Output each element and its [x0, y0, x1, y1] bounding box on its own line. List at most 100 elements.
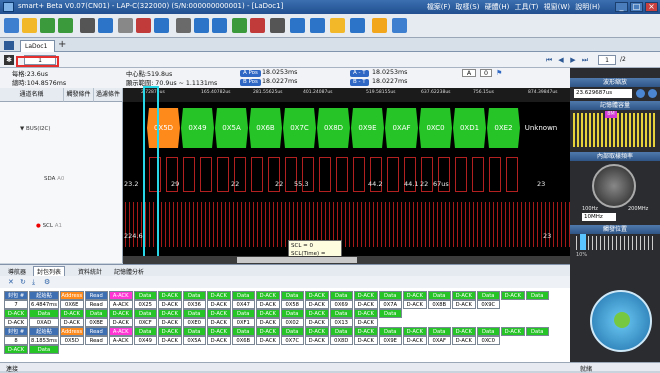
- grid-cell[interactable]: 0XAD: [29, 318, 59, 327]
- grid-cell[interactable]: D-ACK: [109, 318, 133, 327]
- grid-cell[interactable]: A-ACK: [109, 336, 133, 345]
- col-trigger[interactable]: 觸發條件: [64, 88, 94, 102]
- zoomin-icon[interactable]: [290, 18, 305, 33]
- grid-cell[interactable]: 起始點: [29, 291, 59, 300]
- grid-cell[interactable]: D-ACK: [305, 300, 329, 309]
- grid-cell[interactable]: D-ACK: [452, 336, 476, 345]
- grid-cell[interactable]: Address: [60, 291, 84, 300]
- export-icon[interactable]: [212, 18, 227, 33]
- grid-cell[interactable]: D-ACK: [452, 327, 476, 336]
- grid-cell[interactable]: D-ACK: [60, 318, 84, 327]
- prev-page-icon[interactable]: ◀: [556, 55, 566, 65]
- first-page-icon[interactable]: ⏮: [544, 55, 554, 65]
- grid-cell[interactable]: D-ACK: [354, 318, 378, 327]
- grid-cell[interactable]: 7: [4, 300, 28, 309]
- grid-cell[interactable]: D-ACK: [256, 318, 280, 327]
- scrollbar-thumb[interactable]: [237, 257, 357, 263]
- frequency-select[interactable]: 10MHz: [582, 213, 616, 221]
- grid-cell[interactable]: Data: [525, 327, 549, 336]
- add-tab-button[interactable]: +: [58, 39, 66, 50]
- grid-cell[interactable]: Data: [329, 327, 353, 336]
- grid-cell[interactable]: Data: [476, 327, 500, 336]
- menu-window[interactable]: 視窗(W): [544, 3, 570, 11]
- grid-cell[interactable]: Read: [84, 300, 108, 309]
- zoom-select[interactable]: 23.629687us: [574, 89, 632, 98]
- grid-cell[interactable]: 0X36: [182, 300, 206, 309]
- grid-cell[interactable]: 起始點: [29, 327, 59, 336]
- screenshot-icon[interactable]: [392, 18, 407, 33]
- clear-icon[interactable]: ✕: [8, 278, 14, 286]
- grid-cell[interactable]: D-ACK: [305, 309, 329, 318]
- grid-cell[interactable]: 0X8B: [427, 300, 451, 309]
- grid-cell[interactable]: Read: [84, 336, 108, 345]
- menu-sample[interactable]: 取樣(S): [456, 3, 480, 11]
- bus-packet[interactable]: 0XD1: [453, 108, 486, 148]
- tab-navigator[interactable]: 導航器: [8, 267, 26, 276]
- grid-cell[interactable]: 8.1853ms: [29, 336, 59, 345]
- grid-cell[interactable]: Data: [280, 309, 304, 318]
- dial-center-button[interactable]: [614, 312, 630, 328]
- grid-cell[interactable]: 0X9C: [476, 300, 500, 309]
- grid-cell[interactable]: 0X69: [329, 300, 353, 309]
- grid-cell[interactable]: Data: [427, 291, 451, 300]
- grid-cell[interactable]: 0XE0: [182, 318, 206, 327]
- grid-cell[interactable]: Data: [231, 327, 255, 336]
- tab-statistics[interactable]: 資料統計: [78, 267, 102, 276]
- settings-packets-icon[interactable]: ⚙: [44, 278, 50, 286]
- trigger-icon[interactable]: [136, 18, 151, 33]
- bus-packet[interactable]: 0X6B: [249, 108, 282, 148]
- bus-packet[interactable]: 0X49: [181, 108, 214, 148]
- col-filter[interactable]: 過濾條件: [94, 88, 123, 102]
- grid-cell[interactable]: Data: [133, 291, 157, 300]
- grid-cell[interactable]: Data: [427, 327, 451, 336]
- grid-cell[interactable]: D-ACK: [305, 327, 329, 336]
- grid-cell[interactable]: Data: [231, 291, 255, 300]
- search-icon[interactable]: [232, 18, 247, 33]
- decode-icon[interactable]: [194, 18, 209, 33]
- grid-cell[interactable]: D-ACK: [4, 318, 28, 327]
- packet-grid[interactable]: 封包 # 起始點 Address Read A-ACK Data D-ACK Data D-AC…: [0, 288, 570, 362]
- grid-cell[interactable]: D-ACK: [207, 291, 231, 300]
- grid-cell[interactable]: 0X49: [133, 336, 157, 345]
- tab-memory-analysis[interactable]: 記憶體分析: [114, 267, 144, 276]
- grid-cell[interactable]: D-ACK: [207, 309, 231, 318]
- grid-cell[interactable]: 0X13: [329, 318, 353, 327]
- pin-panel-icon[interactable]: ✱: [4, 55, 14, 65]
- grid-cell[interactable]: 0X9E: [378, 336, 402, 345]
- grid-cell[interactable]: 0X6B: [231, 336, 255, 345]
- grid-cell[interactable]: Data: [29, 345, 59, 354]
- grid-cell[interactable]: D-ACK: [158, 318, 182, 327]
- grid-cell[interactable]: D-ACK: [60, 309, 84, 318]
- grid-cell[interactable]: D-ACK: [4, 309, 28, 318]
- report-icon[interactable]: [330, 18, 345, 33]
- grid-cell[interactable]: Data: [231, 309, 255, 318]
- time-ruler[interactable]: 2.72875us 165.40782us 281.55625us 401.24087…: [123, 88, 611, 102]
- grid-cell[interactable]: Data: [476, 291, 500, 300]
- grid-cell[interactable]: Address: [60, 327, 84, 336]
- grid-cell[interactable]: D-ACK: [305, 291, 329, 300]
- grid-cell[interactable]: Data: [525, 291, 549, 300]
- channel-icon[interactable]: [154, 18, 169, 33]
- tab-packet-list[interactable]: 封包列表: [33, 266, 66, 276]
- grid-cell[interactable]: D-ACK: [501, 327, 525, 336]
- grid-cell[interactable]: Data: [182, 291, 206, 300]
- grid-cell[interactable]: D-ACK: [403, 291, 427, 300]
- bus-packet[interactable]: 0XE2: [487, 108, 520, 148]
- grid-cell[interactable]: D-ACK: [207, 300, 231, 309]
- grid-cell[interactable]: D-ACK: [256, 327, 280, 336]
- close-button[interactable]: ×: [645, 2, 658, 12]
- grid-cell[interactable]: D-ACK: [354, 300, 378, 309]
- grid-cell[interactable]: 0XAF: [427, 336, 451, 345]
- bus-packet[interactable]: 0XAF: [385, 108, 418, 148]
- pin-icon[interactable]: [4, 41, 14, 50]
- grid-cell[interactable]: Data: [280, 291, 304, 300]
- grid-cell[interactable]: 0X5A: [182, 336, 206, 345]
- grid-cell[interactable]: A-ACK: [109, 300, 133, 309]
- waveform-area[interactable]: 0X5D 0X49 0X5A 0X6B 0X7C 0X8D 0X9E 0XAF 0XC0 0XD1…: [123, 102, 570, 256]
- capture-icon[interactable]: [80, 18, 95, 33]
- star-icon[interactable]: [372, 18, 387, 33]
- trigger-number-select[interactable]: 0: [480, 69, 492, 77]
- maximize-button[interactable]: □: [630, 2, 643, 12]
- grid-cell[interactable]: 0X25: [133, 300, 157, 309]
- menu-help[interactable]: 說明(H): [575, 3, 600, 11]
